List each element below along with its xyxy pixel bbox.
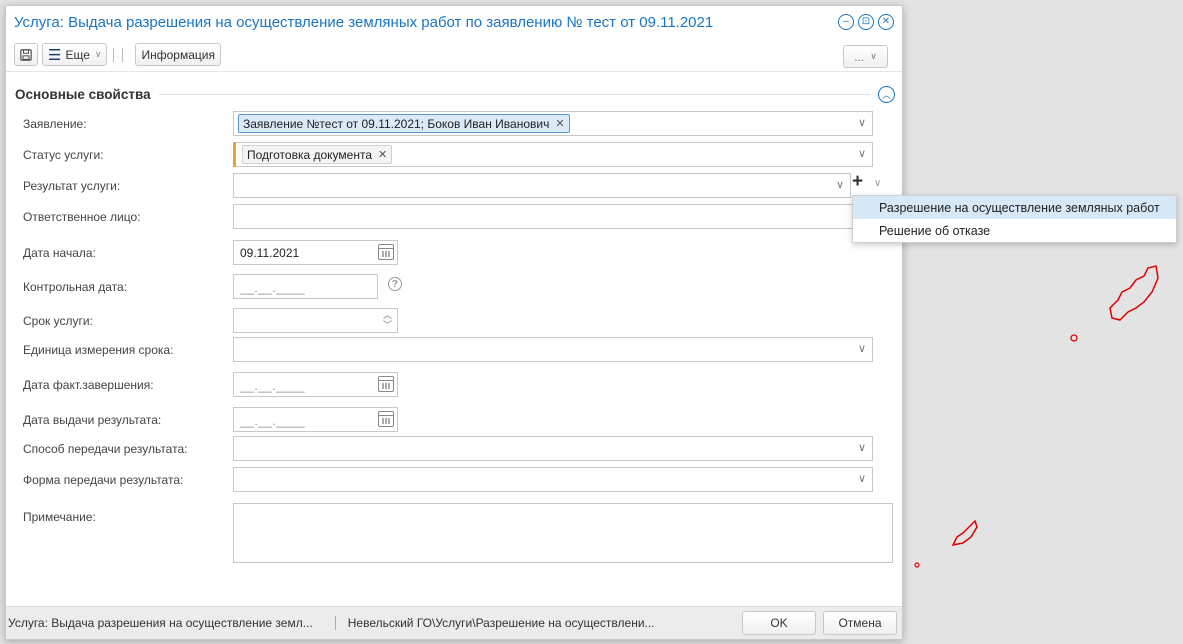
- responsible-field[interactable]: [233, 204, 873, 229]
- term-field[interactable]: ︿ ﹀: [233, 308, 398, 333]
- control-date-field[interactable]: __.__.____: [233, 274, 378, 299]
- status-tag-text: Подготовка документа: [247, 147, 373, 162]
- info-label: Информация: [141, 47, 215, 62]
- toolbar-separator: [122, 47, 124, 62]
- control-date-label: Контрольная дата:: [23, 280, 128, 294]
- remove-tag-icon[interactable]: ✕: [378, 148, 387, 161]
- more-label: Еще: [65, 47, 90, 62]
- dropdown-item[interactable]: Разрешение на осуществление земляных раб…: [853, 196, 1176, 219]
- help-icon[interactable]: ?: [388, 277, 402, 291]
- extra-label: ...: [854, 49, 865, 64]
- actual-end-mask: __.__.____: [240, 379, 306, 393]
- result-dropdown: Разрешение на осуществление земляных раб…: [852, 195, 1177, 243]
- dropdown-item[interactable]: Решение об отказе: [853, 219, 1176, 242]
- control-date-mask: __.__.____: [240, 281, 306, 295]
- status-bar-service: Услуга: Выдача разрешения на осуществлен…: [8, 616, 313, 630]
- transfer-form-field[interactable]: ∨: [233, 467, 873, 492]
- cancel-button[interactable]: Отмена: [823, 611, 897, 635]
- application-tag-text: Заявление №тест от 09.11.2021; Боков Ива…: [243, 116, 550, 131]
- section-divider: [158, 93, 870, 95]
- save-button[interactable]: [14, 43, 38, 66]
- more-menu-button[interactable]: ☰ Еще ∨: [42, 43, 108, 66]
- transfer-method-label: Способ передачи результата:: [23, 442, 188, 456]
- info-button[interactable]: Информация: [135, 43, 221, 66]
- calendar-icon[interactable]: [378, 244, 394, 260]
- toolbar: ☰ Еще ∨ Информация: [6, 38, 902, 72]
- term-unit-field[interactable]: ∨: [233, 337, 873, 362]
- application-field[interactable]: Заявление №тест от 09.11.2021; Боков Ива…: [233, 111, 873, 136]
- note-label: Примечание:: [23, 510, 96, 524]
- application-tag[interactable]: Заявление №тест от 09.11.2021; Боков Ива…: [238, 114, 570, 133]
- start-date-label: Дата начала:: [23, 246, 96, 260]
- minimize-icon[interactable]: –: [838, 14, 854, 30]
- calendar-icon[interactable]: [378, 376, 394, 392]
- status-label: Статус услуги:: [23, 148, 104, 162]
- status-bar-separator: [334, 616, 336, 630]
- remove-tag-icon[interactable]: ✕: [555, 117, 564, 130]
- issue-date-field[interactable]: __.__.____: [233, 407, 398, 432]
- add-result-icon[interactable]: +: [852, 172, 863, 191]
- close-icon[interactable]: ✕: [878, 14, 894, 30]
- actual-end-label: Дата факт.завершения:: [23, 378, 154, 392]
- chevron-down-icon[interactable]: ∨: [858, 342, 866, 355]
- chevron-down-icon[interactable]: ∨: [858, 441, 866, 454]
- actual-end-field[interactable]: __.__.____: [233, 372, 398, 397]
- calendar-icon[interactable]: [378, 411, 394, 427]
- title-bar: Услуга: Выдача разрешения на осуществлен…: [6, 6, 902, 38]
- restore-icon[interactable]: ⊡: [858, 14, 874, 30]
- service-dialog: Услуга: Выдача разрешения на осуществлен…: [5, 5, 903, 640]
- status-bar: Услуга: Выдача разрешения на осуществлен…: [6, 606, 902, 639]
- toolbar-separator: [113, 47, 115, 62]
- section-header: Основные свойства ︿: [15, 84, 895, 104]
- extra-actions-button[interactable]: ... ∨: [843, 45, 888, 68]
- collapse-icon[interactable]: ︿: [878, 85, 895, 103]
- status-bar-path: Невельский ГО\Услуги\Разрешение на осуще…: [347, 616, 655, 630]
- ok-button[interactable]: OK: [742, 611, 816, 635]
- status-tag[interactable]: Подготовка документа ✕: [242, 145, 393, 164]
- hamburger-icon: ☰: [48, 46, 62, 64]
- issue-date-mask: __.__.____: [240, 414, 306, 428]
- transfer-method-field[interactable]: ∨: [233, 436, 873, 461]
- map-island-outline-small: [1070, 334, 1078, 342]
- term-label: Срок услуги:: [23, 314, 93, 328]
- section-title: Основные свойства: [15, 86, 151, 102]
- status-field[interactable]: Подготовка документа ✕ ∨: [233, 142, 873, 167]
- start-date-value: 09.11.2021: [240, 246, 300, 260]
- responsible-label: Ответственное лицо:: [23, 210, 141, 224]
- chevron-down-icon[interactable]: ∨: [858, 147, 866, 160]
- chevron-down-icon[interactable]: ∨: [858, 472, 866, 485]
- term-unit-label: Единица измерения срока:: [23, 343, 174, 357]
- chevron-down-icon: ∨: [870, 51, 877, 61]
- map-island-outline: [1109, 265, 1159, 321]
- start-date-field[interactable]: 09.11.2021: [233, 240, 398, 265]
- issue-date-label: Дата выдачи результата:: [23, 413, 162, 427]
- result-label: Результат услуги:: [23, 179, 121, 193]
- window-title: Услуга: Выдача разрешения на осуществлен…: [14, 13, 714, 31]
- map-island-outline-south: [951, 519, 978, 547]
- status-marker: [233, 142, 236, 167]
- chevron-down-icon[interactable]: ∨: [836, 178, 844, 191]
- transfer-form-label: Форма передачи результата:: [23, 473, 184, 487]
- chevron-down-icon[interactable]: ∨: [874, 178, 881, 189]
- chevron-down-icon: ∨: [94, 49, 102, 59]
- ok-label: OK: [770, 616, 788, 630]
- save-icon: [20, 48, 32, 61]
- spinner-icon[interactable]: ︿ ﹀: [383, 310, 392, 330]
- map-dot: [914, 562, 920, 568]
- result-field[interactable]: ∨: [233, 173, 851, 198]
- chevron-down-icon[interactable]: ∨: [858, 116, 866, 129]
- application-label: Заявление:: [23, 117, 87, 131]
- cancel-label: Отмена: [838, 616, 882, 630]
- note-textarea[interactable]: [233, 503, 893, 563]
